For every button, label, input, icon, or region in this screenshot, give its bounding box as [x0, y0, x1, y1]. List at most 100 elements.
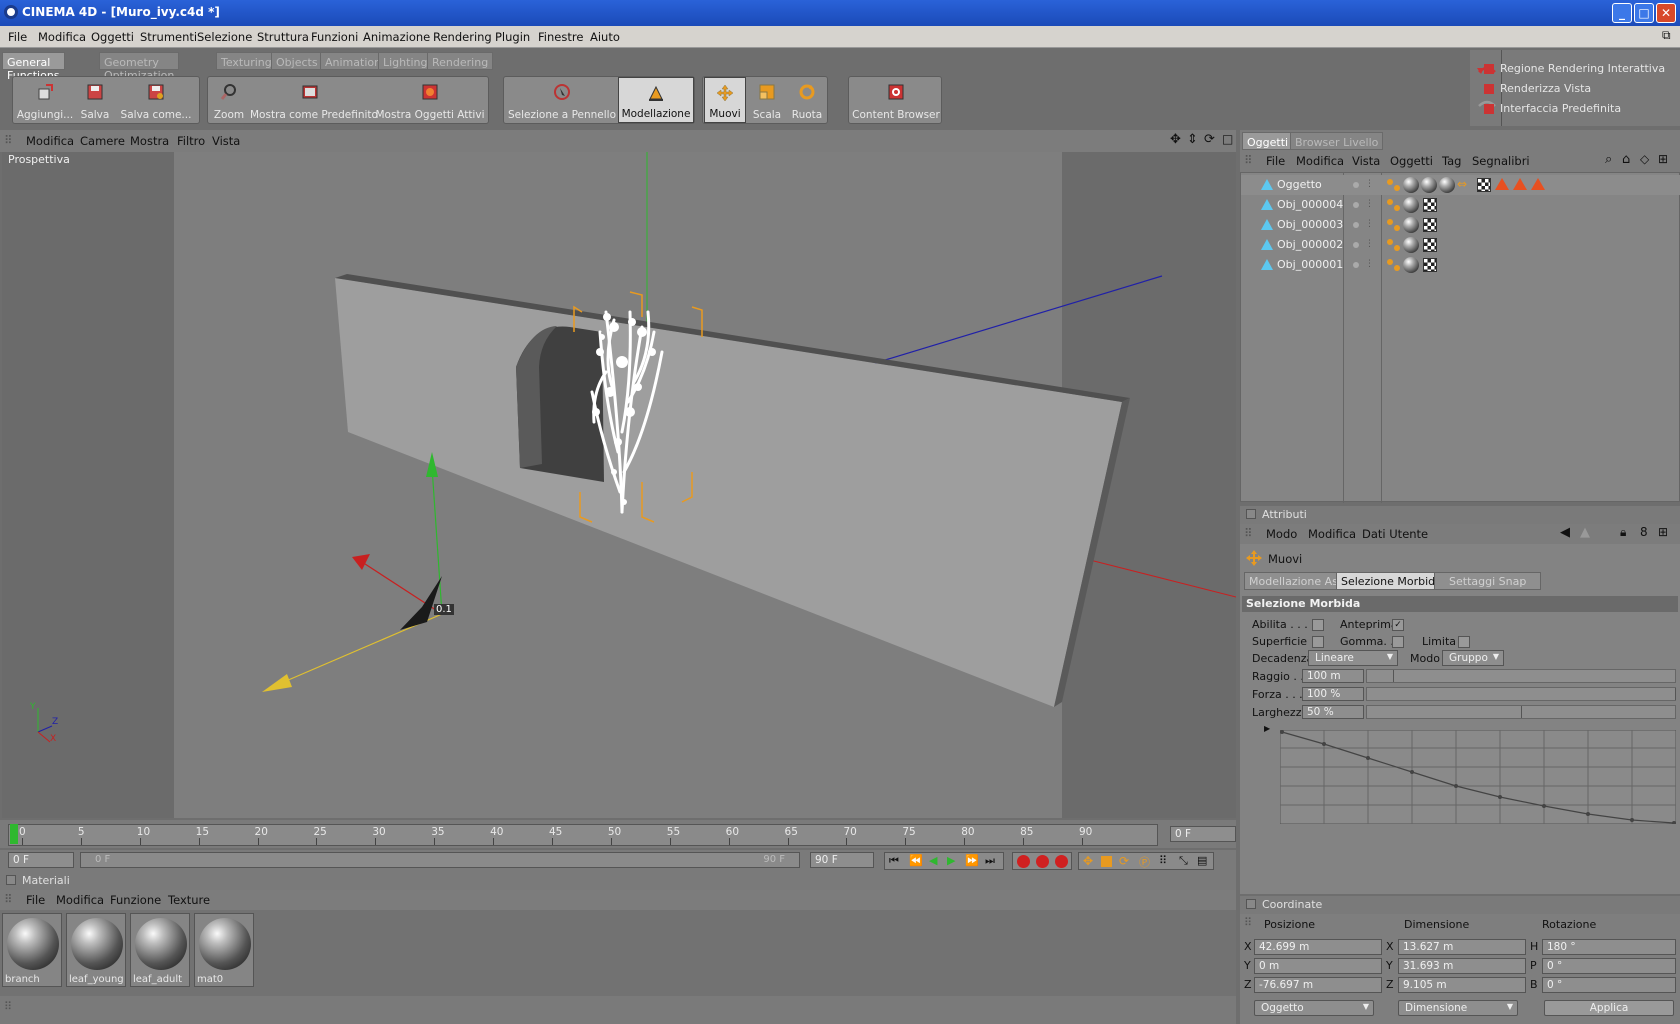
- material-item[interactable]: mat0: [194, 913, 254, 987]
- minimize-button[interactable]: _: [1612, 3, 1632, 23]
- save-as-button[interactable]: Salva come...: [115, 77, 197, 123]
- menu-file[interactable]: File: [8, 30, 27, 44]
- objects-menu-tag[interactable]: Tag: [1442, 154, 1461, 168]
- tab-objects[interactable]: Objects: [271, 52, 323, 70]
- object-row[interactable]: Obj_000003 ⋮: [1241, 215, 1680, 235]
- dimension-mode-dropdown[interactable]: Dimensione ▼: [1398, 1000, 1518, 1016]
- phong-tag-icon[interactable]: [1386, 218, 1402, 232]
- selection-tag-icon[interactable]: [1531, 178, 1545, 190]
- materials-menu-funzione[interactable]: Funzione: [110, 893, 161, 907]
- attributes-menu-dati-utente[interactable]: Dati Utente: [1362, 527, 1428, 541]
- key-pla-icon[interactable]: ⠿: [1159, 854, 1167, 867]
- zoom-button[interactable]: Zoom: [210, 77, 248, 123]
- decadenza-dropdown[interactable]: Lineare ▼: [1308, 650, 1398, 666]
- frame-range-slider[interactable]: 0 F 90 F: [80, 852, 800, 868]
- next-key-icon[interactable]: ⏩: [965, 854, 979, 867]
- limita-checkbox[interactable]: [1458, 636, 1470, 648]
- render-toggle-icon[interactable]: ⋮: [1365, 259, 1374, 269]
- coordinate-mode-dropdown[interactable]: Oggetto ▼: [1254, 1000, 1374, 1016]
- previous-key-icon[interactable]: ⏪: [909, 854, 923, 867]
- uvw-tag-icon[interactable]: [1423, 218, 1437, 232]
- uvw-tag-icon[interactable]: [1423, 258, 1437, 272]
- materials-menu-texture[interactable]: Texture: [168, 893, 210, 907]
- phong-tag-icon[interactable]: [1386, 178, 1402, 192]
- compositing-tag-icon[interactable]: ⇔: [1457, 177, 1467, 191]
- search-icon[interactable]: ⌕: [1605, 152, 1612, 167]
- scale-tool-button[interactable]: Scala: [747, 77, 787, 123]
- brush-selection-button[interactable]: Selezione a Pennello: [506, 77, 618, 123]
- tab-animation[interactable]: Animation: [320, 52, 387, 70]
- viewport-menu-vista[interactable]: Vista: [212, 134, 240, 148]
- material-item[interactable]: leaf_adult: [130, 913, 190, 987]
- key-position-icon[interactable]: ✥: [1083, 854, 1093, 868]
- visibility-dot-icon[interactable]: [1353, 182, 1359, 188]
- render-region-item[interactable]: Regione Rendering Interattiva: [1484, 62, 1665, 75]
- menu-struttura[interactable]: Struttura: [257, 30, 309, 44]
- render-toggle-icon[interactable]: ⋮: [1365, 219, 1374, 229]
- tab-lighting[interactable]: Lighting: [378, 52, 433, 70]
- attributes-collapse-icon[interactable]: [1246, 509, 1256, 519]
- timeline-ruler[interactable]: 0 5 10 15 20 25 30 35 40 45 50 55 60 65 70 75 80 85 90 0 F: [0, 820, 1236, 848]
- objects-menu-oggetti[interactable]: Oggetti: [1390, 154, 1433, 168]
- key-parameter-icon[interactable]: Ⓟ: [1139, 854, 1150, 870]
- menu-plugin[interactable]: Plugin: [495, 30, 530, 44]
- position-z-field[interactable]: -76.697 m: [1254, 977, 1382, 993]
- move-tool-button[interactable]: Muovi: [704, 77, 746, 123]
- viewport-menu-filtro[interactable]: Filtro: [177, 134, 205, 148]
- superficie-checkbox[interactable]: [1312, 636, 1324, 648]
- record-icon[interactable]: [1017, 855, 1030, 868]
- save-button[interactable]: Salva: [77, 77, 113, 123]
- viewport-menu-camere[interactable]: Camere: [80, 134, 125, 148]
- coordinates-collapse-icon[interactable]: [1246, 899, 1256, 909]
- material-tag-icon[interactable]: [1421, 177, 1437, 193]
- show-active-button[interactable]: Mostra Oggetti Attivi: [372, 77, 488, 123]
- end-frame-field[interactable]: 90 F: [810, 852, 874, 868]
- timeline-playhead[interactable]: [10, 824, 18, 844]
- new-panel-icon[interactable]: ⊞: [1658, 525, 1668, 539]
- render-toggle-icon[interactable]: ⋮: [1365, 199, 1374, 209]
- key-rotation-icon[interactable]: ⟳: [1119, 854, 1129, 868]
- menu-strumenti[interactable]: Strumenti: [140, 30, 197, 44]
- up-arrow-icon[interactable]: ▲: [1580, 525, 1590, 540]
- menu-selezione[interactable]: Selezione: [197, 30, 252, 44]
- visibility-dot-icon[interactable]: [1353, 222, 1359, 228]
- abilita-checkbox[interactable]: [1312, 619, 1324, 631]
- render-toggle-icon[interactable]: ⋮: [1365, 179, 1374, 189]
- pan-view-icon[interactable]: ✥: [1170, 132, 1181, 147]
- material-tag-icon[interactable]: [1403, 217, 1419, 233]
- orbit-view-icon[interactable]: ⟳: [1204, 132, 1215, 147]
- materials-menu-file[interactable]: File: [26, 893, 45, 907]
- timeline-settings-icon[interactable]: ▤: [1197, 854, 1207, 867]
- tab-general-functions[interactable]: General Functions: [2, 52, 65, 82]
- timeline-track[interactable]: [8, 824, 1158, 846]
- tab-rendering[interactable]: Rendering: [427, 52, 494, 70]
- default-interface-item[interactable]: Interfaccia Predefinita: [1484, 102, 1621, 115]
- tab-geometry-optimization[interactable]: Geometry Optimization: [99, 52, 180, 82]
- dimension-z-field[interactable]: 9.105 m: [1398, 977, 1526, 993]
- raggio-slider[interactable]: [1366, 669, 1676, 683]
- viewport-menu-mostra[interactable]: Mostra: [130, 134, 169, 148]
- rotate-tool-button[interactable]: Ruota: [787, 77, 827, 123]
- attributes-menu-modifica[interactable]: Modifica: [1308, 527, 1356, 541]
- rotation-h-field[interactable]: 180 °: [1542, 939, 1676, 955]
- objects-menu-file[interactable]: File: [1266, 154, 1285, 168]
- material-tag-icon[interactable]: [1439, 177, 1455, 193]
- lock-icon[interactable]: 🔒︎: [1620, 525, 1626, 540]
- position-y-field[interactable]: 0 m: [1254, 958, 1382, 974]
- viewport-menu-modifica[interactable]: Modifica: [26, 134, 74, 148]
- keyframe-selection-icon[interactable]: [1055, 855, 1068, 868]
- gomma-checkbox[interactable]: [1392, 636, 1404, 648]
- tab-browser-livello[interactable]: Browser Livello: [1290, 132, 1384, 150]
- object-row[interactable]: Obj_000001 ⋮: [1241, 255, 1680, 275]
- go-to-start-icon[interactable]: ⏮: [889, 854, 899, 868]
- raggio-field[interactable]: 100 m: [1302, 669, 1364, 683]
- larghezza-field[interactable]: 50 %: [1302, 705, 1364, 719]
- current-frame-field[interactable]: 0 F: [1170, 826, 1236, 842]
- show-default-button[interactable]: Mostra come Predefinito: [250, 77, 378, 123]
- drag-handle-icon[interactable]: ⠿: [4, 133, 12, 147]
- object-row[interactable]: Obj_000004 ⋮: [1241, 195, 1680, 215]
- visibility-dot-icon[interactable]: [1353, 242, 1359, 248]
- objects-menu-segnalibri[interactable]: Segnalibri: [1472, 154, 1530, 168]
- uvw-tag-icon[interactable]: [1477, 178, 1491, 192]
- play-forward-icon[interactable]: ▶: [947, 854, 955, 867]
